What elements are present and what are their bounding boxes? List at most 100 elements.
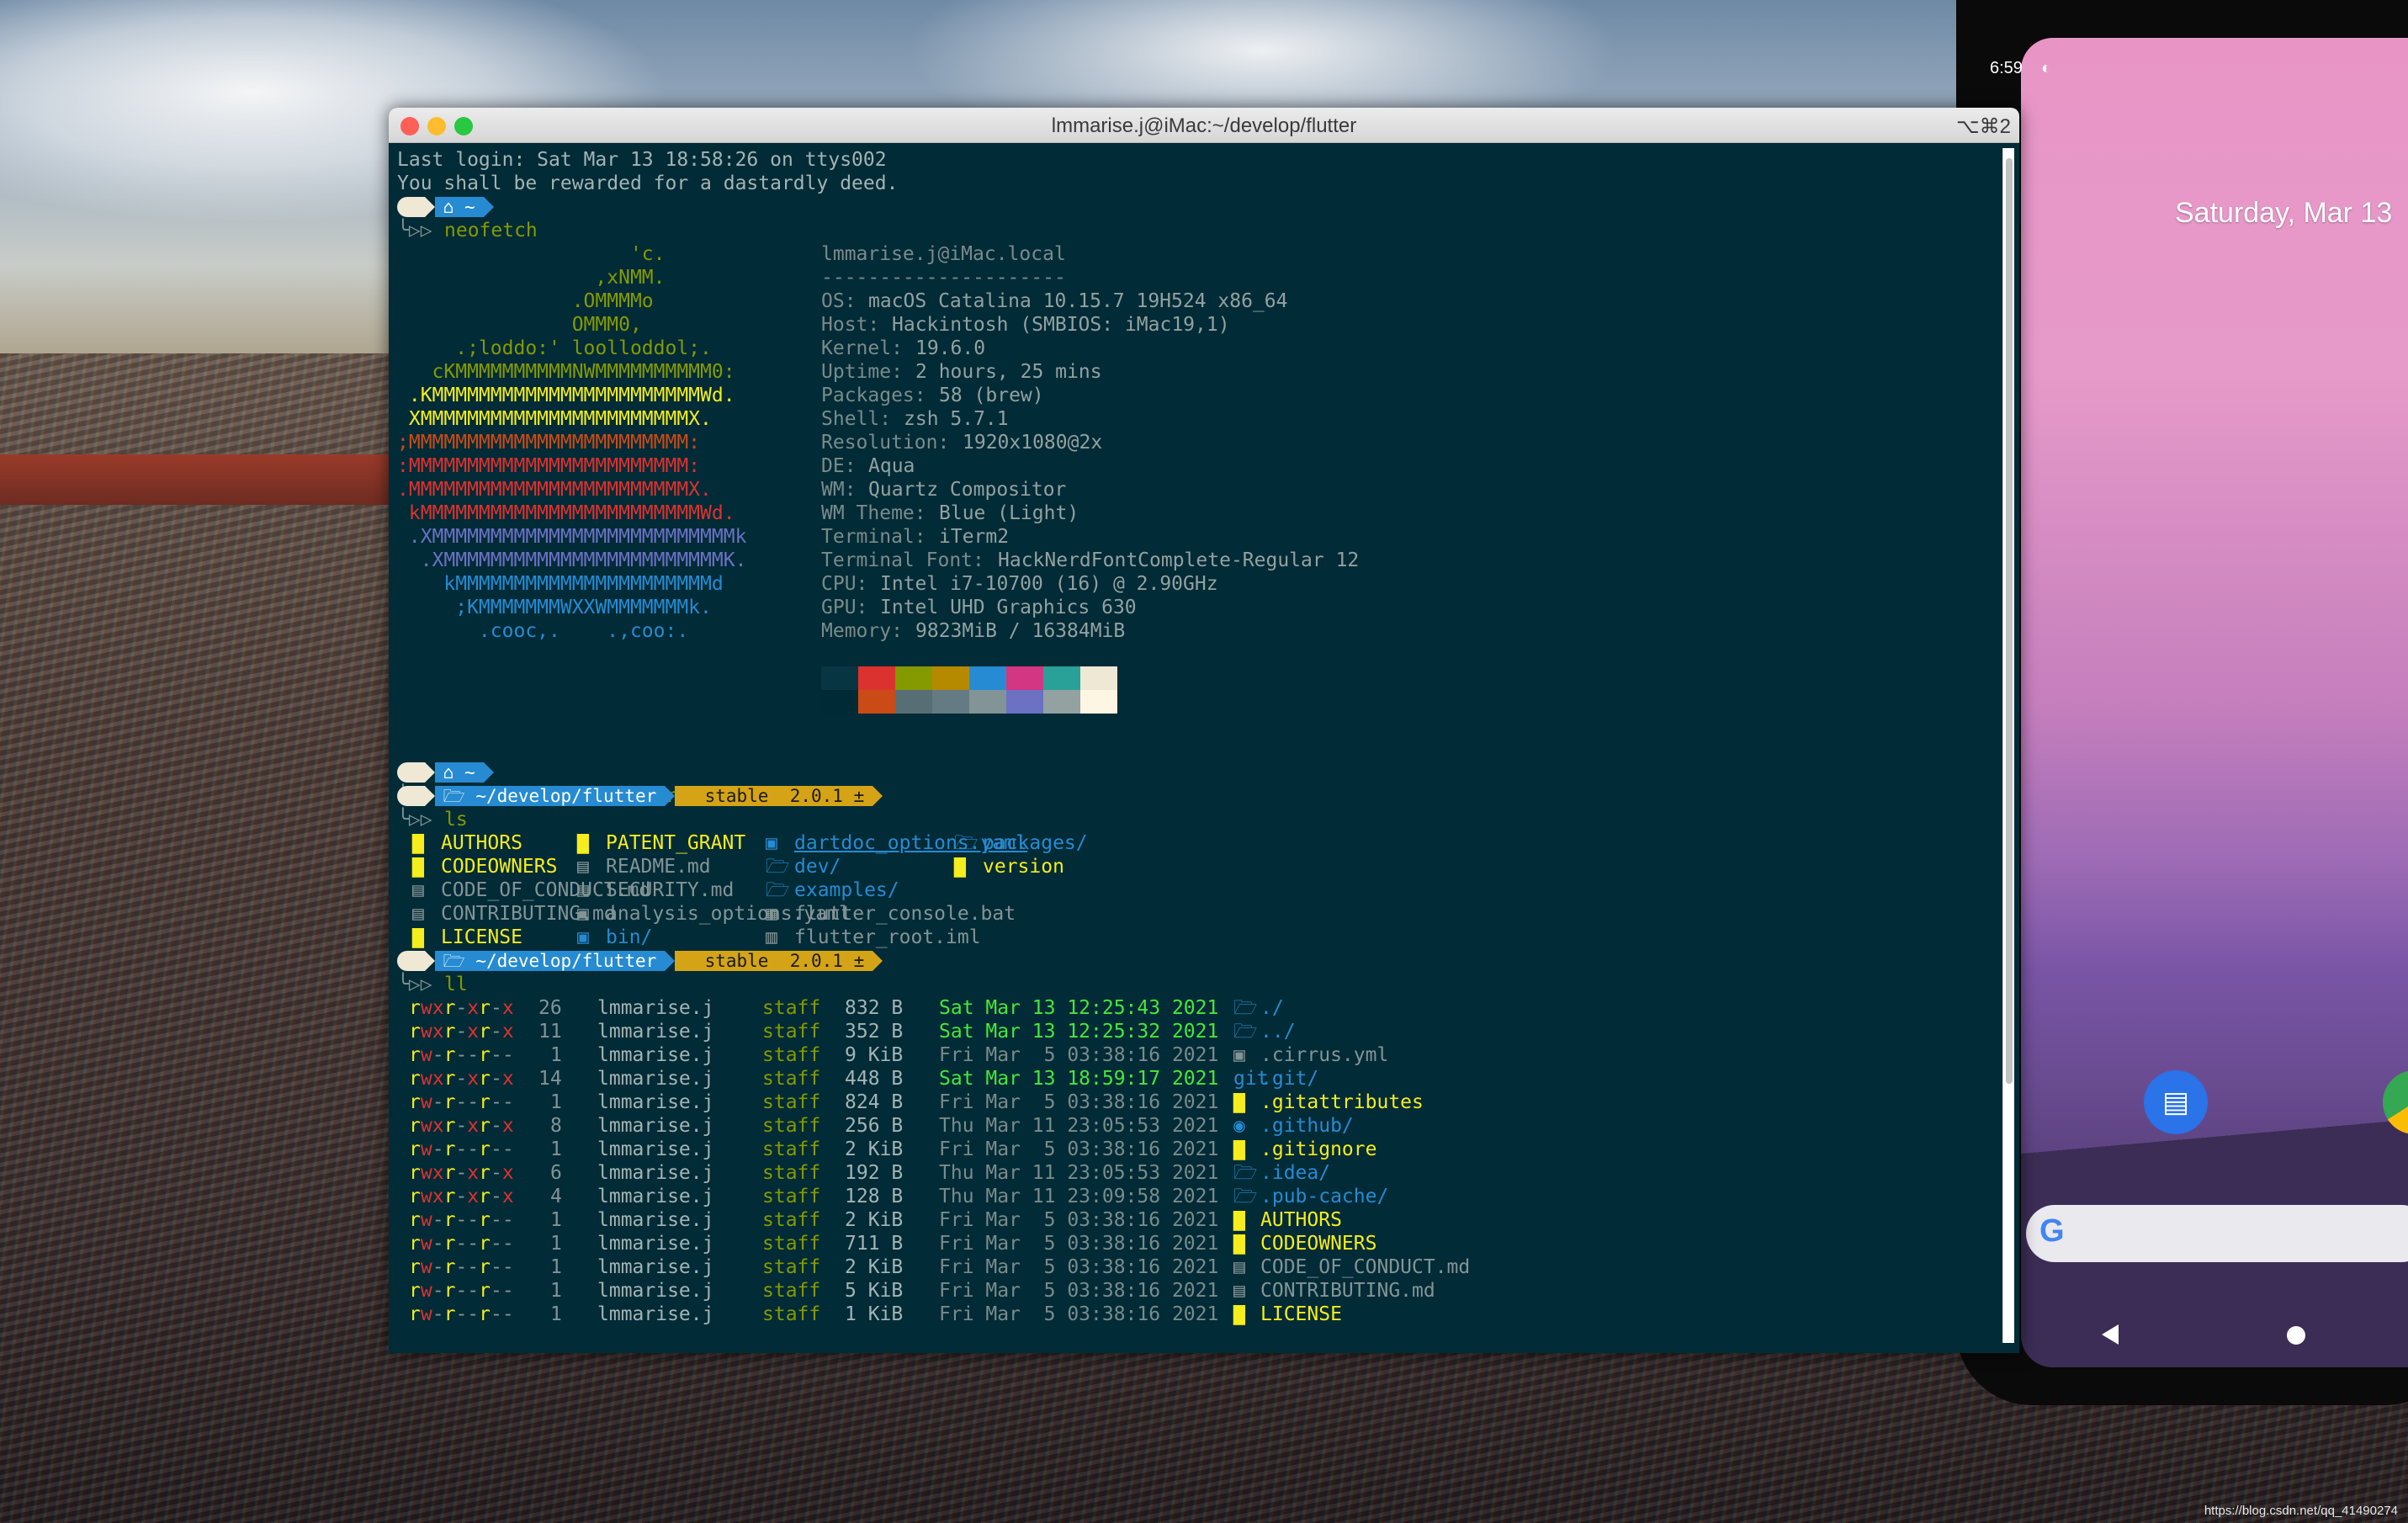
ll-links: 14 bbox=[538, 1068, 562, 1090]
file-icon: 🗁 bbox=[1233, 1186, 1258, 1207]
ll-entry[interactable]: AUTHORS bbox=[1260, 1208, 1342, 1232]
ll-links: 1 bbox=[550, 1138, 562, 1160]
ll-entry[interactable]: .idea/ bbox=[1260, 1161, 1330, 1185]
prompt-ls-segments: 🗁 ~/develop/flutter stable 2.0.1 ± bbox=[397, 784, 883, 808]
prompt-arrow-icon: ╰▷▷ bbox=[397, 974, 444, 995]
ll-date: Fri Mar 5 03:38:16 2021 bbox=[939, 1138, 1219, 1160]
ll-owner: lmmarise.j bbox=[597, 1044, 714, 1066]
file-icon: ▤ bbox=[577, 856, 589, 878]
ll-group: staff bbox=[762, 1091, 821, 1113]
ls-entry[interactable]: PATENT_GRANT bbox=[606, 831, 745, 855]
apple-logo-line: .cooc,. .,coo:. bbox=[397, 620, 689, 642]
ll-size: 9 KiB bbox=[845, 1044, 904, 1066]
ll-entry[interactable]: .gitattributes bbox=[1260, 1091, 1424, 1114]
sysinfo-key: WM Theme: bbox=[821, 502, 926, 524]
ll-entry[interactable]: CONTRIBUTING.md bbox=[1260, 1279, 1435, 1303]
ls-entry[interactable]: flutter_root.iml bbox=[794, 926, 981, 949]
file-icon: ▦ bbox=[766, 903, 777, 925]
window-titlebar[interactable]: lmmarise.j@iMac:~/develop/flutter ⌥⌘2 bbox=[389, 108, 2019, 143]
ll-entry[interactable]: .github/ bbox=[1260, 1114, 1354, 1138]
powerline-arrow-icon bbox=[873, 951, 883, 971]
prompt-arrow-icon: ╰▷▷ bbox=[397, 220, 444, 241]
ll-entry[interactable]: CODE_OF_CONDUCT.md bbox=[1260, 1255, 1470, 1279]
color-swatch bbox=[969, 666, 1006, 690]
ll-owner: lmmarise.j bbox=[597, 1021, 714, 1043]
ll-group: staff bbox=[762, 1068, 821, 1090]
nav-home-button[interactable] bbox=[2287, 1326, 2305, 1345]
color-swatch bbox=[895, 690, 932, 714]
apple-logo-line: XMMMMMMMMMMMMMMMMMMMMMMMX. bbox=[397, 408, 712, 430]
apple-icon bbox=[397, 762, 425, 783]
ll-links: 1 bbox=[550, 1280, 562, 1302]
ll-group: staff bbox=[762, 1186, 821, 1207]
iterm-window[interactable]: lmmarise.j@iMac:~/develop/flutter ⌥⌘2 La… bbox=[389, 108, 2019, 1353]
sysinfo-value: Quartz Compositor bbox=[868, 479, 1067, 501]
ll-permissions: rwxr-xr-x bbox=[409, 1068, 514, 1090]
ll-date: Sat Mar 13 18:59:17 2021 bbox=[939, 1068, 1219, 1090]
ll-entry[interactable]: LICENSE bbox=[1260, 1303, 1342, 1326]
ls-entry[interactable]: dev/ bbox=[794, 855, 841, 878]
ll-date: Fri Mar 5 03:38:16 2021 bbox=[939, 1233, 1219, 1255]
ll-entry[interactable]: .pub-cache/ bbox=[1260, 1185, 1388, 1208]
sysinfo-value: HackNerdFontComplete-Regular 12 bbox=[998, 549, 1360, 571]
watermark: https://blog.csdn.net/qq_41490274 bbox=[2204, 1504, 2398, 1518]
nav-back-button[interactable] bbox=[2102, 1324, 2119, 1345]
messages-app-icon[interactable]: ▤ bbox=[2144, 1070, 2208, 1134]
powerline-arrow-icon bbox=[424, 951, 435, 971]
ll-links: 4 bbox=[550, 1186, 562, 1207]
terminal-output[interactable]: Last login: Sat Mar 13 18:58:26 on ttys0… bbox=[397, 148, 1996, 1343]
sysinfo-value: Intel i7-10700 (16) @ 2.90GHz bbox=[880, 573, 1218, 595]
ls-entry[interactable]: README.md bbox=[606, 855, 711, 878]
color-palette bbox=[821, 666, 1117, 714]
sysinfo-key: Memory: bbox=[821, 620, 903, 642]
powerline-arrow-icon bbox=[424, 786, 435, 806]
scrollbar-thumb[interactable] bbox=[2006, 158, 2013, 1084]
ll-owner: lmmarise.j bbox=[597, 1115, 714, 1137]
file-icon: 🗁 bbox=[766, 856, 790, 878]
sysinfo-key: Terminal Font: bbox=[821, 549, 984, 571]
ll-links: 26 bbox=[538, 997, 562, 1019]
ll-links: 8 bbox=[550, 1115, 562, 1137]
ls-entry[interactable]: CODEOWNERS bbox=[441, 855, 557, 878]
ls-entry[interactable]: LICENSE bbox=[441, 926, 522, 949]
ll-size: 192 B bbox=[845, 1162, 904, 1184]
ll-date: Fri Mar 5 03:38:16 2021 bbox=[939, 1303, 1219, 1325]
ls-entry[interactable]: packages/ bbox=[983, 831, 1088, 855]
prompt-neofetch-command: neofetch bbox=[444, 220, 538, 241]
google-search-bar[interactable] bbox=[2026, 1205, 2408, 1262]
ll-permissions: rwxr-xr-x bbox=[409, 997, 514, 1019]
ll-entry[interactable]: ../ bbox=[1260, 1020, 1296, 1043]
ll-entry[interactable]: CODEOWNERS bbox=[1260, 1232, 1376, 1255]
ll-owner: lmmarise.j bbox=[597, 1138, 714, 1160]
ll-group: staff bbox=[762, 1280, 821, 1302]
ll-entry[interactable]: .git/ bbox=[1260, 1067, 1318, 1091]
ll-entry[interactable]: ./ bbox=[1260, 996, 1284, 1020]
apple-icon bbox=[397, 197, 425, 217]
ls-entry[interactable]: CONTRIBUTING.md bbox=[441, 902, 616, 926]
prompt-neofetch-segments: ⌂ ~ bbox=[397, 195, 494, 219]
sysinfo-value: 58 (brew) bbox=[939, 385, 1044, 406]
ls-entry[interactable]: flutter_console.bat bbox=[794, 902, 1016, 926]
color-swatch bbox=[1006, 690, 1043, 714]
prompt-git-branch: stable 2.0.1 ± bbox=[675, 951, 873, 971]
ls-entry[interactable]: version bbox=[983, 855, 1064, 878]
ll-entry[interactable]: .cirrus.yml bbox=[1260, 1043, 1388, 1067]
powerline-arrow-icon bbox=[873, 786, 883, 806]
ls-entry[interactable]: AUTHORS bbox=[441, 831, 522, 855]
ll-entry[interactable]: .gitignore bbox=[1260, 1138, 1376, 1161]
color-swatch bbox=[821, 690, 858, 714]
color-swatch bbox=[1006, 666, 1043, 690]
ls-entry[interactable]: examples/ bbox=[794, 878, 899, 902]
apple-logo-line: kMMMMMMMMMMMMMMMMMMMMMMMMWd. bbox=[397, 502, 735, 524]
sysinfo-value: Aqua bbox=[868, 455, 915, 477]
prompt-path: 🗁 ~/develop/flutter bbox=[434, 951, 666, 971]
android-home-screen[interactable] bbox=[2021, 38, 2408, 1367]
ls-entry[interactable]: bin/ bbox=[606, 926, 652, 949]
ll-owner: lmmarise.j bbox=[597, 997, 714, 1019]
ls-entry[interactable]: SECURITY.md bbox=[606, 878, 734, 902]
sysinfo-value: Intel UHD Graphics 630 bbox=[880, 597, 1137, 618]
ll-size: 711 B bbox=[845, 1233, 904, 1255]
sysinfo-header: --------------------- bbox=[821, 267, 1066, 289]
sysinfo-value: Blue (Light) bbox=[939, 502, 1079, 524]
terminal-scrollbar[interactable] bbox=[2002, 148, 2014, 1343]
